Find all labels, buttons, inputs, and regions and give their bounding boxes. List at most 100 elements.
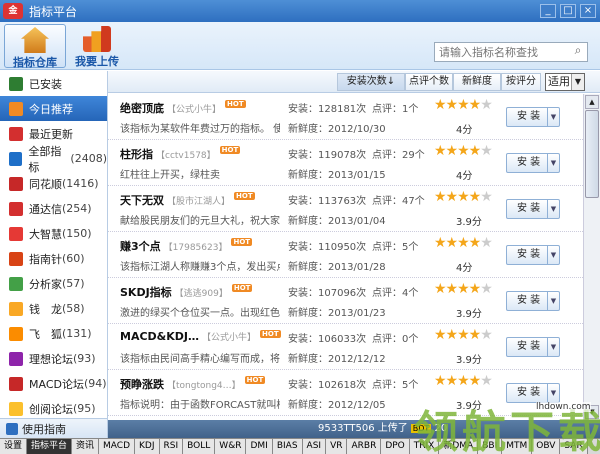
chevron-down-icon[interactable]: ▼ (547, 246, 559, 264)
tab-12[interactable]: ARBR (347, 439, 382, 454)
indicator-name[interactable]: MACD&KDJ… (120, 330, 199, 343)
sidebar-item[interactable]: 大智慧 (150) (0, 221, 107, 246)
vertical-scrollbar[interactable]: ▲ ▼ (583, 94, 600, 420)
search-icon[interactable]: ⌕ (570, 43, 586, 59)
sidebar-item-label: 指南针 (29, 252, 62, 266)
tab-7[interactable]: W&R (215, 439, 247, 454)
sidebar-item-count: (150) (62, 227, 92, 240)
tab-3[interactable]: MACD (99, 439, 136, 454)
scroll-up-icon[interactable]: ▲ (585, 95, 599, 109)
hot-badge: HOT (244, 376, 266, 384)
tab-0[interactable]: 设置 (0, 439, 28, 454)
indicator-name[interactable]: 天下无双 (120, 194, 164, 207)
analyst-icon (9, 276, 23, 291)
scroll-thumb[interactable] (585, 110, 599, 198)
install-button[interactable]: 安 装 ▼ (506, 153, 560, 173)
sidebar-item[interactable]: 飞 狐 (131) (0, 321, 107, 346)
hot-badge: HOT (231, 238, 253, 246)
freshness-date: 2013/01/23 (328, 308, 386, 319)
freshness-date: 2012/12/12 (328, 354, 386, 365)
tab-9[interactable]: BIAS (272, 439, 303, 454)
indicator-list: 绝密顶底 【公式小牛】HOT 该指标为某软件年费过万的指标。 使安装：128181次… (108, 94, 583, 420)
review-count: 1个 (402, 104, 419, 115)
sort-by-installs[interactable]: 安装次数↓ (337, 73, 405, 91)
sidebar-item[interactable]: 已安装 (0, 71, 107, 96)
sidebar-item-count: (254) (62, 202, 92, 215)
indicator-row: 赚3个点 【17985623】HOT 该指标江湖人称赚赚3个点，发出买点 安装：110… (108, 232, 583, 278)
sidebar-item[interactable]: MACD论坛 (94) (0, 371, 107, 396)
title-bar: 金 指标平台 _ □ × (0, 0, 600, 22)
sidebar-item-label: 理想论坛 (29, 352, 73, 366)
upload-icon (83, 26, 111, 52)
rating-score: 4分 (456, 125, 473, 136)
sort-by-freshness[interactable]: 新鲜度 (453, 73, 501, 91)
rating-score: 4分 (456, 263, 473, 274)
indicator-name[interactable]: 柱形指 (120, 148, 153, 161)
hot-badge: HOT (260, 330, 281, 338)
install-button[interactable]: 安 装 ▼ (506, 245, 560, 265)
sidebar-item[interactable]: 全部指标 (2408) (0, 145, 107, 174)
tab-8[interactable]: DMI (246, 439, 273, 454)
close-button[interactable]: × (580, 4, 596, 18)
indicator-name[interactable]: SKDJ指标 (120, 286, 172, 299)
rating-stars: ★★★★★ (434, 97, 493, 113)
sidebar-item-count: (57) (62, 277, 85, 290)
sidebar-item-label: 大智慧 (29, 227, 62, 241)
install-count: 128181次 (318, 104, 367, 115)
macd-icon (9, 376, 23, 391)
tab-13[interactable]: DPO (381, 439, 410, 454)
hot-badge: HOT (234, 192, 255, 200)
chevron-down-icon[interactable]: ▼ (547, 338, 559, 356)
indicator-name[interactable]: 预睁涨跌 (120, 378, 164, 391)
sidebar-item[interactable]: 今日推荐 (0, 96, 107, 121)
install-count: 107096次 (318, 288, 367, 299)
chevron-down-icon[interactable]: ▼ (547, 108, 559, 126)
rating-score: 3.9分 (456, 355, 482, 366)
tab-4[interactable]: KDJ (135, 439, 160, 454)
sidebar-item-label: 钱 龙 (29, 302, 62, 316)
review-count: 47个 (402, 196, 425, 207)
install-button[interactable]: 安 装 ▼ (506, 291, 560, 311)
sidebar-item[interactable]: 理想论坛 (93) (0, 346, 107, 371)
sidebar-item[interactable]: 同花顺 (1416) (0, 171, 107, 196)
indicator-description: 该指标江湖人称赚赚3个点，发出买点 (120, 262, 280, 273)
upload-button[interactable]: 我要上传 (66, 24, 128, 68)
search-input[interactable] (434, 42, 588, 62)
tab-6[interactable]: BOLL (183, 439, 216, 454)
install-button[interactable]: 安 装 ▼ (506, 107, 560, 127)
sidebar-item[interactable]: 通达信 (254) (0, 196, 107, 221)
install-button[interactable]: 安 装 ▼ (506, 199, 560, 219)
indicator-row: 柱形指 【cctv1578】HOT 红柱往上开买，绿柱卖 安装：119078次 点评：2… (108, 140, 583, 186)
chevron-down-icon[interactable]: ▼ (547, 200, 559, 218)
sidebar-item-label: 通达信 (29, 202, 62, 216)
minimize-button[interactable]: _ (540, 4, 556, 18)
chevron-down-icon[interactable]: ▼ (547, 292, 559, 310)
sidebar-item[interactable]: 指南针 (60) (0, 246, 107, 271)
indicator-store-button[interactable]: 指标仓库 (4, 24, 66, 69)
hot-badge: HOT (231, 284, 253, 292)
platform-select[interactable]: 适用 ▼ (545, 73, 585, 91)
indicator-name[interactable]: 绝密顶底 (120, 102, 164, 115)
sort-by-rating[interactable]: 按评分 (501, 73, 541, 91)
tab-2[interactable]: 资讯 (72, 439, 100, 454)
sidebar-item-count: (2408) (70, 152, 107, 165)
maximize-button[interactable]: □ (560, 4, 576, 18)
install-button[interactable]: 安 装 ▼ (506, 337, 560, 357)
sidebar-item-label: 创阅论坛 (29, 402, 73, 416)
sort-bar: 安装次数↓ 点评个数 新鲜度 按评分 适用 ▼ (108, 71, 600, 93)
user-guide-link[interactable]: 使用指南 (0, 418, 107, 438)
install-count: 106033次 (318, 334, 367, 345)
sort-by-reviews[interactable]: 点评个数 (405, 73, 453, 91)
sidebar-item[interactable]: 分析家 (57) (0, 271, 107, 296)
chevron-down-icon[interactable]: ▼ (547, 154, 559, 172)
indicator-name[interactable]: 赚3个点 (120, 240, 161, 253)
sidebar-item[interactable]: 钱 龙 (58) (0, 296, 107, 321)
tab-11[interactable]: VR (326, 439, 348, 454)
tab-10[interactable]: ASI (302, 439, 327, 454)
rating-stars: ★★★★★ (434, 235, 493, 251)
tab-1[interactable]: 指标平台 (27, 439, 73, 454)
tab-5[interactable]: RSI (159, 439, 184, 454)
indicator-author: 【逃逃909】 (174, 289, 228, 299)
install-count: 113763次 (318, 196, 367, 207)
fox-icon (9, 326, 23, 341)
